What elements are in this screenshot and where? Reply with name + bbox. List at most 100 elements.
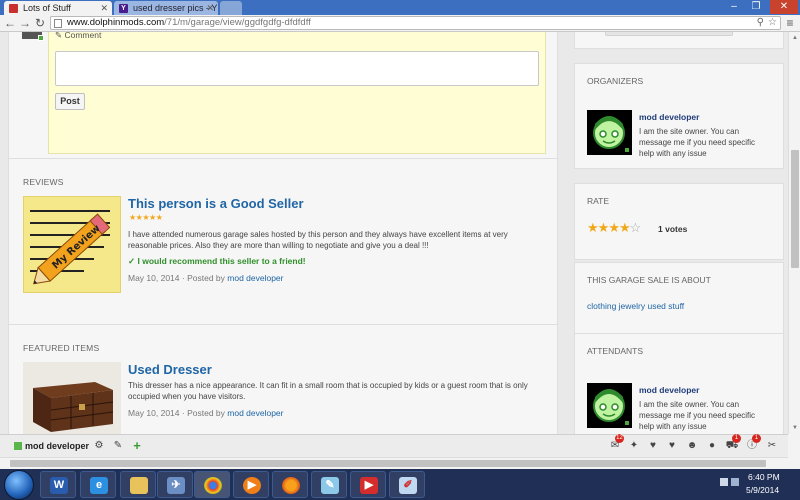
horizontal-scroll-thumb[interactable] (10, 460, 766, 467)
about-tags-link[interactable]: clothing jewelry used stuff (587, 301, 684, 311)
taskbar-word[interactable]: W (40, 471, 76, 498)
online-indicator (624, 147, 630, 153)
tab-title: Lots of Stuff (23, 3, 71, 13)
tab-used-dresser-pics[interactable]: Y used dresser pics - Y ✕ (114, 1, 218, 15)
review-author-link[interactable]: mod developer (227, 273, 283, 283)
windows-taskbar: W e ✈ ▶ ✎ ▶ ✐ 6:40 PM 5/9/2014 (0, 469, 800, 500)
page-viewport: ✎ Comment Post REVIEWS My Review This pe… (0, 32, 788, 434)
star-empty-icon[interactable]: ☆ (630, 220, 642, 235)
organizer-avatar[interactable] (587, 110, 632, 155)
tray-flag-icon[interactable] (720, 478, 728, 486)
taskbar-youtube[interactable]: ▶ (350, 471, 386, 498)
address-url[interactable]: www.dolphinmods.com/71/m/garage/view/ggd… (67, 17, 311, 29)
sticky-user[interactable]: mod developer (14, 441, 89, 451)
clock-date[interactable]: 5/9/2014 (746, 485, 779, 495)
scroll-up-icon[interactable]: ▲ (791, 34, 799, 42)
comment-label: ✎ Comment (55, 32, 102, 40)
tray-network-icon[interactable] (731, 478, 739, 486)
taskbar-paint[interactable]: ✐ (389, 471, 425, 498)
favorites-heart-icon[interactable]: ♥ (646, 439, 660, 453)
review-date: May 10, 2014 (128, 273, 180, 283)
folder-icon (130, 477, 148, 494)
likes-heart-icon[interactable]: ♥ (665, 439, 679, 453)
featured-author-link[interactable]: mod developer (227, 408, 283, 418)
recommend-text: ✓ I would recommend this seller to a fri… (128, 256, 306, 266)
taskbar-ie[interactable]: e (80, 471, 116, 498)
maximize-window-icon[interactable]: ❐ (746, 0, 766, 14)
bookmark-star-icon[interactable]: ☆ (768, 17, 777, 29)
app-icon: ✈ (167, 477, 185, 494)
commenter-avatar (22, 32, 44, 41)
messages-icon[interactable]: ✉ 12 (608, 434, 624, 453)
review-stars: ★★★★★ (129, 213, 163, 222)
reviews-card: REVIEWS My Review This person is a Good … (8, 158, 558, 338)
taskbar-explorer[interactable] (120, 471, 156, 498)
reload-icon[interactable]: ↻ (33, 16, 47, 30)
twitter-icon[interactable]: ✦ (627, 439, 641, 453)
back-icon[interactable]: ← (3, 16, 17, 30)
close-tab-icon[interactable]: ✕ (206, 1, 214, 15)
vertical-scroll-thumb[interactable] (791, 150, 799, 268)
review-pencil-icon: My Review (24, 197, 120, 292)
system-tray: 6:40 PM 5/9/2014 (718, 469, 800, 500)
address-bar[interactable]: www.dolphinmods.com/71/m/garage/view/ggd… (50, 16, 781, 30)
yahoo-favicon-icon: Y (119, 4, 128, 13)
comment-textarea[interactable] (55, 51, 539, 86)
star-icon[interactable]: ★ (598, 220, 610, 235)
browser-toolbar: ← → ↻ www.dolphinmods.com/71/m/garage/vi… (0, 15, 800, 32)
rating-stars[interactable]: ★★★★☆ (587, 220, 642, 236)
bottom-user-bar: mod developer ⚙ ✎ + ✉ 12 ✦ ♥ ♥ ☻ ● ⛟ 1 ⓘ 1 … (0, 434, 788, 457)
tab-lots-of-stuff[interactable]: Lots of Stuff ✕ (4, 1, 112, 15)
zoom-icon[interactable]: ⚲ (757, 17, 764, 29)
profile-icon[interactable]: ● (705, 439, 719, 453)
clock-time[interactable]: 6:40 PM (748, 472, 780, 482)
organizers-card: ORGANIZERS mod developer I am the site o… (574, 63, 784, 169)
minimize-window-icon[interactable]: – (724, 0, 744, 14)
featured-items-card: FEATURED ITEMS Used Dresser This dresser… (8, 324, 558, 434)
taskbar-app[interactable]: ✈ (157, 471, 193, 498)
vertical-scrollbar[interactable]: ▲ ▼ (788, 32, 800, 434)
start-button[interactable] (4, 470, 34, 500)
featured-item-title[interactable]: Used Dresser (128, 362, 212, 377)
add-icon[interactable]: + (130, 439, 144, 453)
organizers-title: ORGANIZERS (587, 76, 644, 86)
attendant-avatar[interactable] (587, 383, 632, 428)
new-tab-button[interactable] (220, 1, 242, 15)
taskbar-firefox[interactable] (272, 471, 308, 498)
review-image: My Review (23, 196, 121, 293)
side-top-bar (605, 32, 733, 36)
review-title[interactable]: This person is a Good Seller (128, 196, 304, 211)
reviews-section-title: REVIEWS (23, 177, 64, 187)
taskbar-media[interactable]: ▶ (233, 471, 269, 498)
organizer-name[interactable]: mod developer (639, 112, 699, 122)
scroll-down-icon[interactable]: ▼ (791, 424, 799, 432)
side-top-card (574, 32, 784, 49)
horizontal-scrollbar[interactable] (0, 457, 788, 469)
dresser-image[interactable] (23, 362, 121, 434)
featured-item-text: This dresser has a nice appearance. It c… (128, 381, 528, 401)
chrome-menu-icon[interactable]: ≡ (784, 16, 796, 30)
forward-icon[interactable]: → (18, 16, 32, 30)
post-button[interactable]: Post (55, 93, 85, 110)
youtube-icon: ▶ (360, 477, 378, 494)
settings-gear-icon[interactable]: ⚙ (92, 439, 106, 453)
taskbar-notes[interactable]: ✎ (311, 471, 347, 498)
featured-date: May 10, 2014 (128, 408, 180, 418)
tools-wrench-icon[interactable]: ✂ (765, 439, 779, 453)
site-favicon-icon (9, 4, 18, 13)
rate-card: RATE ★★★★☆ 1 votes (574, 183, 784, 260)
groups-icon[interactable]: ☻ (685, 439, 699, 453)
taskbar-chrome[interactable] (194, 471, 230, 498)
star-icon[interactable]: ★ (619, 220, 631, 235)
info-icon[interactable]: ⓘ 1 (745, 434, 761, 453)
paint-icon: ✐ (399, 477, 417, 494)
edit-icon[interactable]: ✎ (111, 439, 125, 453)
attendant-description: I am the site owner. You can message me … (639, 400, 756, 431)
close-window-icon[interactable]: ✕ (770, 0, 798, 14)
star-icon[interactable]: ★ (587, 220, 599, 235)
page-icon (54, 19, 62, 28)
star-icon[interactable]: ★ (608, 220, 620, 235)
cart-icon[interactable]: ⛟ 1 (725, 434, 741, 453)
close-tab-icon[interactable]: ✕ (100, 1, 108, 15)
attendant-name[interactable]: mod developer (639, 385, 699, 395)
